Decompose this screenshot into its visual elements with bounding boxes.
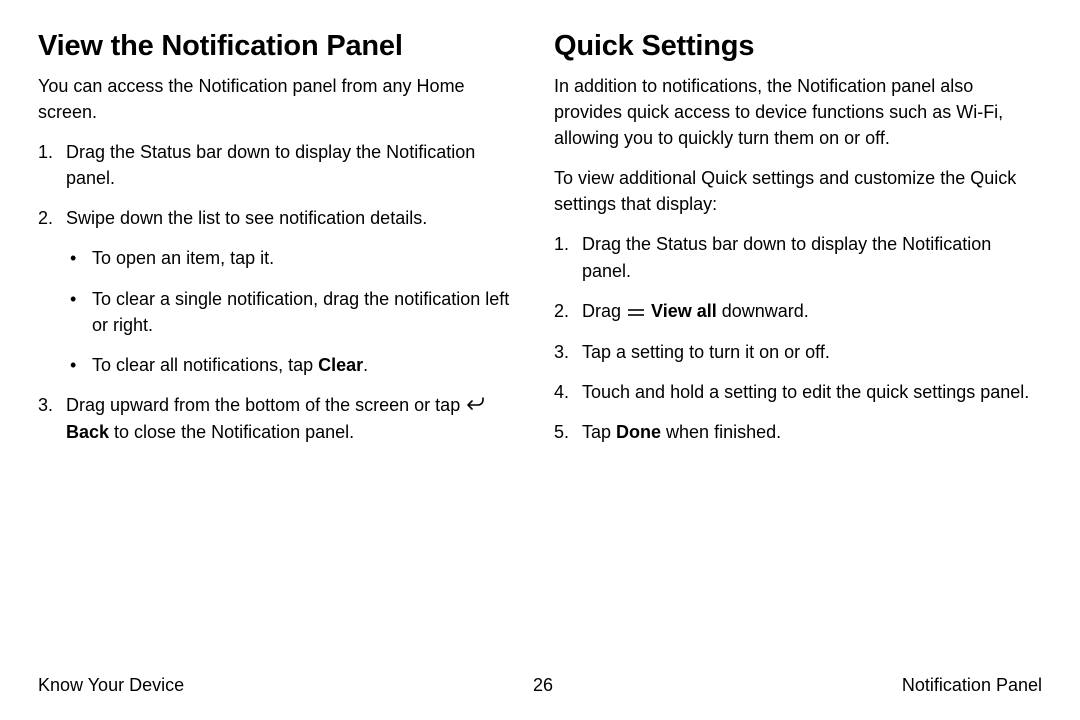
right-step-3: Tap a setting to turn it on or off. xyxy=(554,339,1042,365)
left-bullet-3: To clear all notifications, tap Clear. xyxy=(66,352,526,378)
right-step-5-bold: Done xyxy=(616,422,661,442)
left-step-3: Drag upward from the bottom of the scree… xyxy=(38,392,526,445)
left-step-1: Drag the Status bar down to display the … xyxy=(38,139,526,191)
left-column: View the Notification Panel You can acce… xyxy=(38,30,526,459)
right-step-5-post: when finished. xyxy=(661,422,781,442)
two-column-layout: View the Notification Panel You can acce… xyxy=(38,30,1042,459)
page-footer: Know Your Device 26 Notification Panel xyxy=(38,675,1042,696)
view-all-icon xyxy=(628,299,644,325)
footer-left: Know Your Device xyxy=(38,675,184,696)
right-step-2: Drag View all downward. xyxy=(554,298,1042,325)
right-step-2-pre: Drag xyxy=(582,301,626,321)
left-step-2-text: Swipe down the list to see notification … xyxy=(66,208,427,228)
right-step-5: Tap Done when finished. xyxy=(554,419,1042,445)
left-bullets: To open an item, tap it. To clear a sing… xyxy=(66,245,526,377)
left-step-3-pre: Drag upward from the bottom of the scree… xyxy=(66,395,465,415)
left-bullet-2: To clear a single notification, drag the… xyxy=(66,286,526,338)
right-step-1: Drag the Status bar down to display the … xyxy=(554,231,1042,283)
manual-page: View the Notification Panel You can acce… xyxy=(0,0,1080,720)
right-heading: Quick Settings xyxy=(554,30,1042,63)
right-intro-2: To view additional Quick settings and cu… xyxy=(554,165,1042,217)
left-bullet-1: To open an item, tap it. xyxy=(66,245,526,271)
right-steps: Drag the Status bar down to display the … xyxy=(554,231,1042,445)
left-steps: Drag the Status bar down to display the … xyxy=(38,139,526,445)
footer-page-number: 26 xyxy=(533,675,553,696)
left-bullet-3-post: . xyxy=(363,355,368,375)
left-step-3-bold: Back xyxy=(66,422,109,442)
left-step-3-post: to close the Notification panel. xyxy=(109,422,354,442)
right-step-5-pre: Tap xyxy=(582,422,616,442)
right-step-2-bold: View all xyxy=(651,301,717,321)
right-step-4: Touch and hold a setting to edit the qui… xyxy=(554,379,1042,405)
left-step-2: Swipe down the list to see notification … xyxy=(38,205,526,377)
left-heading: View the Notification Panel xyxy=(38,30,526,63)
footer-right: Notification Panel xyxy=(902,675,1042,696)
right-column: Quick Settings In addition to notificati… xyxy=(554,30,1042,459)
left-bullet-3-pre: To clear all notifications, tap xyxy=(92,355,318,375)
left-bullet-3-bold: Clear xyxy=(318,355,363,375)
right-intro-1: In addition to notifications, the Notifi… xyxy=(554,73,1042,151)
back-icon xyxy=(467,393,485,419)
right-step-2-post: downward. xyxy=(717,301,809,321)
left-intro: You can access the Notification panel fr… xyxy=(38,73,526,125)
